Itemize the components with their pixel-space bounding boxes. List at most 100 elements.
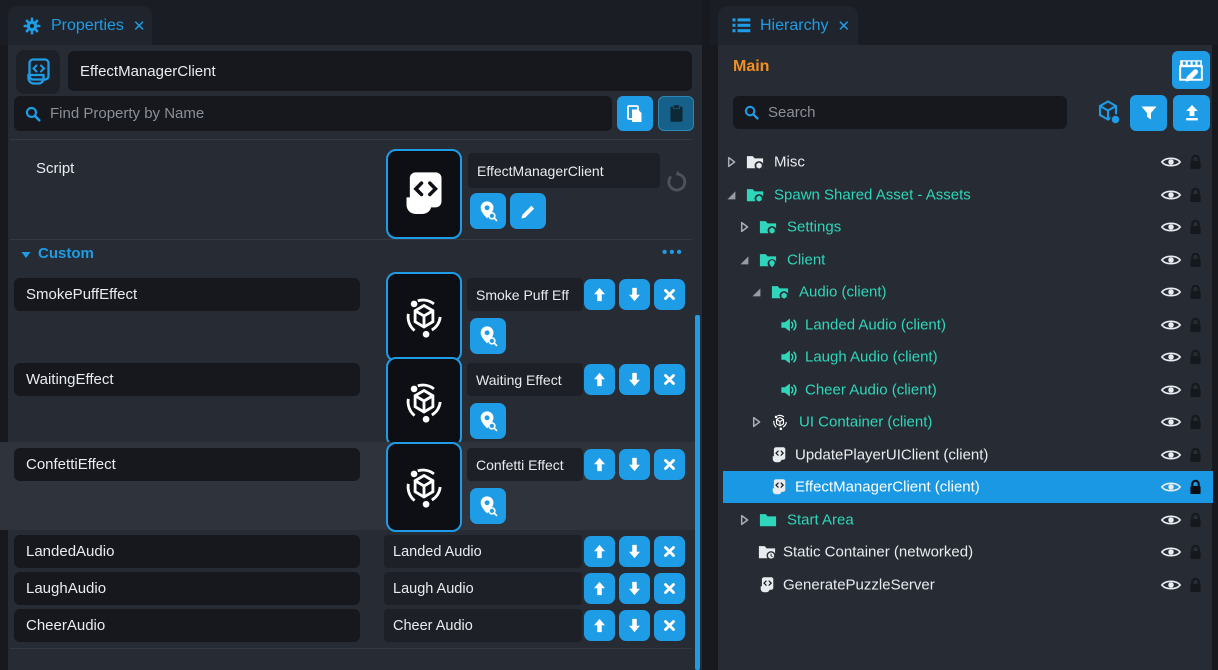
property-name-field[interactable]: WaitingEffect [14,363,360,396]
property-name-field[interactable]: SmokePuffEffect [14,278,360,311]
locate-asset-button[interactable] [470,403,506,439]
locate-asset-button[interactable] [470,488,506,524]
close-icon[interactable]: ✕ [837,17,850,35]
expand-arrow-icon[interactable] [724,155,738,169]
visibility-eye-icon[interactable] [1160,411,1182,433]
script-asset-thumbnail[interactable] [386,149,462,239]
lock-icon[interactable] [1187,576,1204,593]
move-up-button[interactable] [584,364,615,395]
property-name-field[interactable]: LandedAudio [14,535,360,568]
lock-icon[interactable] [1187,186,1204,203]
property-name-field[interactable]: LaughAudio [14,572,360,605]
paste-properties-button[interactable] [658,96,694,131]
filter-button[interactable] [1130,95,1167,131]
asset-view-toggle[interactable] [1095,99,1122,126]
move-down-button[interactable] [619,536,650,567]
tree-row[interactable]: GeneratePuzzleServer [710,569,1212,601]
visibility-eye-icon[interactable] [1160,476,1182,498]
tree-row[interactable]: Start Area [710,504,1212,536]
move-up-button[interactable] [584,573,615,604]
tree-row[interactable]: Misc [710,146,1212,178]
expand-arrow-icon[interactable] [737,513,751,527]
collapse-arrow-icon[interactable] [737,253,751,267]
move-up-button[interactable] [584,449,615,480]
move-down-button[interactable] [619,573,650,604]
visibility-eye-icon[interactable] [1160,151,1182,173]
property-name-field[interactable]: CheerAudio [14,609,360,642]
asset-reference-field[interactable]: Waiting Effect [467,363,583,396]
remove-button[interactable] [654,536,685,567]
publish-button[interactable] [1173,95,1210,131]
lock-icon[interactable] [1187,511,1204,528]
remove-button[interactable] [654,279,685,310]
lock-icon[interactable] [1187,544,1204,561]
lock-icon[interactable] [1187,381,1204,398]
preview-world-button[interactable] [1172,51,1210,89]
hierarchy-search-input[interactable] [768,104,1057,121]
visibility-eye-icon[interactable] [1160,444,1182,466]
entity-name-input[interactable] [68,51,692,91]
visibility-eye-icon[interactable] [1160,216,1182,238]
tree-row[interactable]: Static Container (networked) [710,536,1212,568]
move-up-button[interactable] [584,610,615,641]
visibility-eye-icon[interactable] [1160,541,1182,563]
asset-thumbnail[interactable] [386,272,462,362]
asset-thumbnail[interactable] [386,442,462,532]
visibility-eye-icon[interactable] [1160,314,1182,336]
lock-icon[interactable] [1187,414,1204,431]
expand-arrow-icon[interactable] [749,415,763,429]
move-down-button[interactable] [619,610,650,641]
expand-arrow-icon[interactable] [737,220,751,234]
tree-row[interactable]: Cheer Audio (client) [710,374,1212,406]
property-name-field[interactable]: ConfettiEffect [14,448,360,481]
script-reference-field[interactable]: EffectManagerClient [468,153,660,188]
asset-reference-field[interactable]: Confetti Effect [467,448,583,481]
asset-reference-field[interactable]: Cheer Audio [384,609,582,642]
visibility-eye-icon[interactable] [1160,346,1182,368]
tree-row[interactable]: UI Container (client) [710,406,1212,438]
lock-icon[interactable] [1187,349,1204,366]
lock-icon[interactable] [1187,219,1204,236]
collapse-arrow-icon[interactable] [724,188,738,202]
move-up-button[interactable] [584,536,615,567]
visibility-eye-icon[interactable] [1160,379,1182,401]
lock-icon[interactable] [1187,446,1204,463]
tab-hierarchy[interactable]: Hierarchy ✕ [718,6,858,45]
move-up-button[interactable] [584,279,615,310]
properties-scrollbar[interactable] [695,315,700,670]
hierarchy-search-box[interactable] [733,96,1067,129]
move-down-button[interactable] [619,364,650,395]
locate-script-button[interactable] [470,193,506,229]
asset-reference-field[interactable]: Landed Audio [384,535,582,568]
visibility-eye-icon[interactable] [1160,249,1182,271]
close-icon[interactable]: ✕ [133,17,146,35]
lock-icon[interactable] [1187,154,1204,171]
reset-icon[interactable] [664,170,688,194]
tree-row[interactable]: Settings [710,211,1212,243]
copy-properties-button[interactable] [617,96,653,131]
visibility-eye-icon[interactable] [1160,509,1182,531]
asset-reference-field[interactable]: Laugh Audio [384,572,582,605]
visibility-eye-icon[interactable] [1160,281,1182,303]
lock-icon[interactable] [1187,284,1204,301]
tree-row[interactable]: Client [710,244,1212,276]
tab-properties[interactable]: Properties ✕ [8,6,152,45]
remove-button[interactable] [654,449,685,480]
property-search-box[interactable] [14,96,612,131]
edit-script-button[interactable] [510,193,546,229]
tree-row[interactable]: EffectManagerClient (client) [723,471,1213,503]
tree-row[interactable]: Laugh Audio (client) [710,341,1212,373]
lock-icon[interactable] [1187,316,1204,333]
remove-button[interactable] [654,610,685,641]
tree-row[interactable]: Spawn Shared Asset - Assets [710,179,1212,211]
lock-icon[interactable] [1187,251,1204,268]
custom-section-caret-icon[interactable] [20,249,32,261]
move-down-button[interactable] [619,279,650,310]
visibility-eye-icon[interactable] [1160,184,1182,206]
tree-row[interactable]: UpdatePlayerUIClient (client) [710,439,1212,471]
collapse-arrow-icon[interactable] [749,285,763,299]
visibility-eye-icon[interactable] [1160,574,1182,596]
property-search-input[interactable] [50,105,602,122]
asset-reference-field[interactable]: Smoke Puff Eff [467,278,583,311]
remove-button[interactable] [654,364,685,395]
